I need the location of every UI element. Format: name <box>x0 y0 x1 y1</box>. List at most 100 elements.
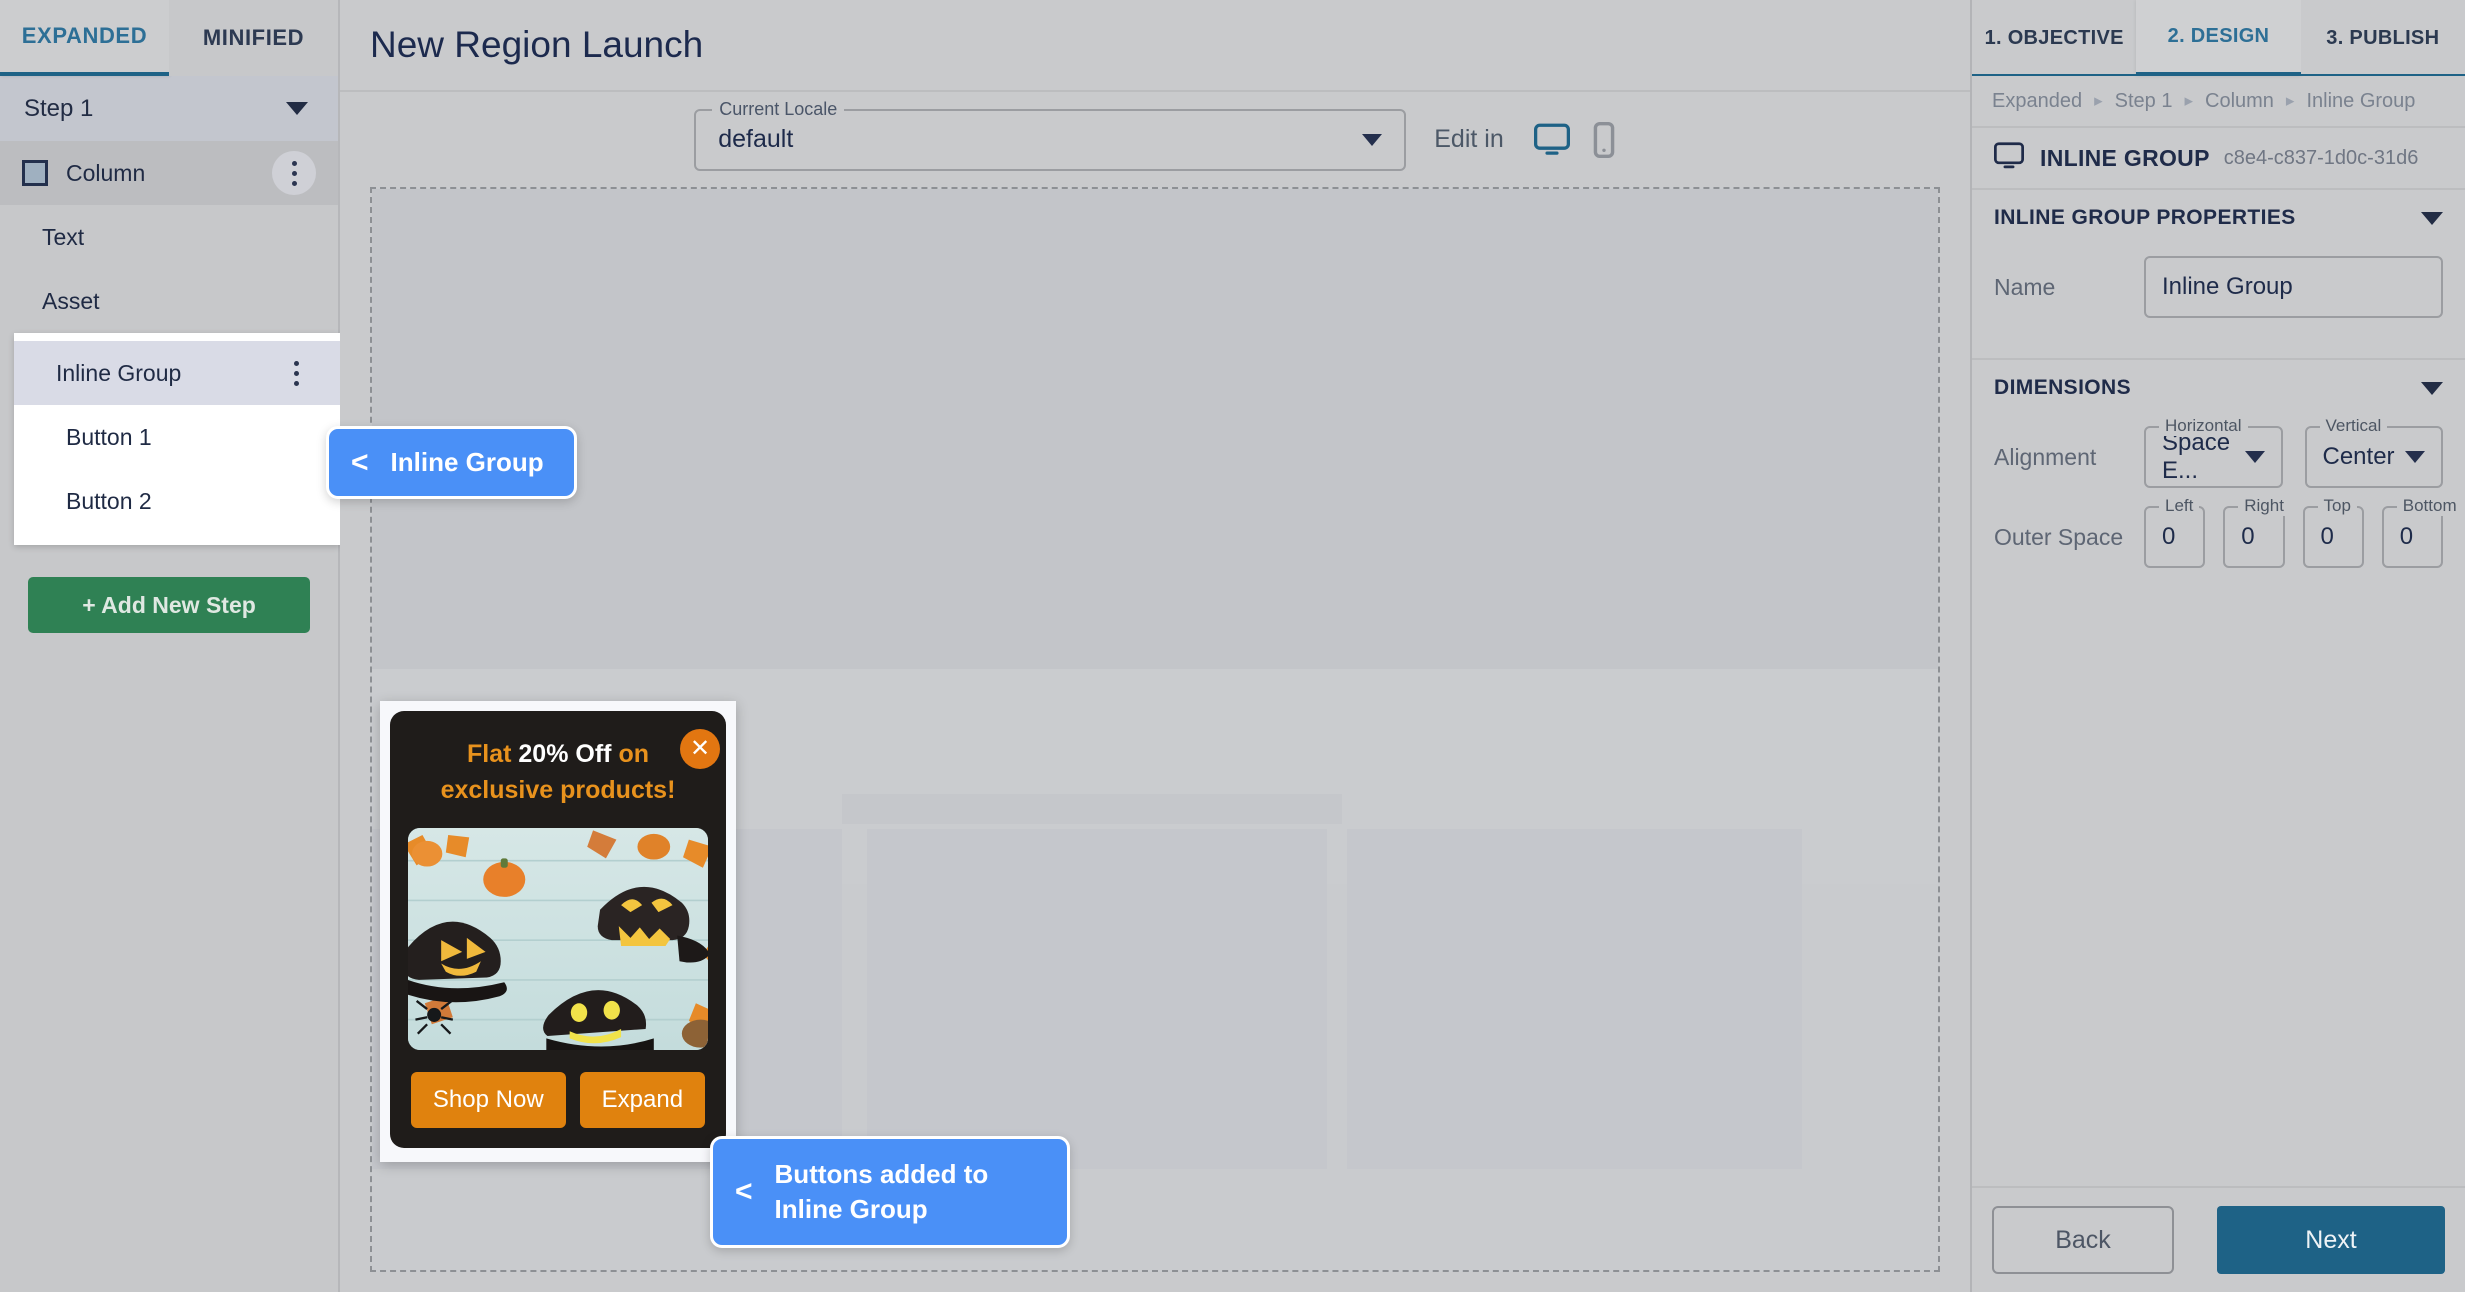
promo-creative[interactable]: ✕ Flat 20% Off on exclusive products! Sh… <box>380 701 736 1162</box>
promo-headline-highlight: 20% Off <box>518 740 612 768</box>
outer-space-label: Outer Space <box>1994 523 2124 550</box>
breadcrumb-item-3[interactable]: Inline Group <box>2306 90 2415 113</box>
breadcrumb-separator: ▸ <box>2094 91 2103 110</box>
breadcrumb-item-0[interactable]: Expanded <box>1992 90 2082 113</box>
chevron-down-icon <box>286 102 308 115</box>
back-button[interactable]: Back <box>1992 1206 2174 1274</box>
wizard-tabs: 1. OBJECTIVE 2. DESIGN 3. PUBLISH <box>1972 0 2465 76</box>
outer-space-left-input[interactable]: Left 0 <box>2144 496 2206 568</box>
callout-buttons-added: < Buttons added to Inline Group <box>710 1136 1070 1249</box>
tab-design[interactable]: 2. DESIGN <box>2136 0 2301 76</box>
component-tree: Column Text Asset Inline Group Button 1 … <box>0 141 340 545</box>
right-properties-panel: 1. OBJECTIVE 2. DESIGN 3. PUBLISH Expand… <box>1970 0 2465 1292</box>
outer-space-right-legend: Right <box>2238 496 2290 516</box>
tree-item-button-1-label: Button 1 <box>66 423 152 450</box>
section-header-dimensions[interactable]: DIMENSIONS <box>1972 358 2465 416</box>
step-selector-label: Step 1 <box>24 94 94 122</box>
app-root: EXPANDED MINIFIED Step 1 Column Text Ass… <box>0 0 2465 1292</box>
tab-objective[interactable]: 1. OBJECTIVE <box>1972 0 2137 76</box>
outer-space-right-value: 0 <box>2241 523 2255 550</box>
tree-item-asset-label: Asset <box>42 287 100 314</box>
breadcrumb-item-2[interactable]: Column <box>2205 90 2274 113</box>
section-header-properties-label: INLINE GROUP PROPERTIES <box>1994 206 2296 229</box>
close-icon[interactable]: ✕ <box>680 729 720 769</box>
outer-space-right-input[interactable]: Right 0 <box>2223 496 2290 568</box>
tree-item-text-label: Text <box>42 223 85 250</box>
chevron-down-icon <box>1362 133 1383 146</box>
tree-item-button-2[interactable]: Button 2 <box>14 469 340 533</box>
skeleton-footer-block <box>372 1174 1938 1270</box>
breadcrumb: Expanded ▸ Step 1 ▸ Column ▸ Inline Grou… <box>1972 76 2465 128</box>
locale-select[interactable]: Current Locale default <box>694 98 1407 171</box>
section-header-dimensions-label: DIMENSIONS <box>1994 376 2132 399</box>
chevron-down-icon <box>2244 451 2265 463</box>
promo-headline-line-2: exclusive products! <box>440 775 676 804</box>
selected-object-id: c8e4-c837-1d0c-31d6 <box>2223 146 2419 169</box>
vertical-alignment-value: Center <box>2322 443 2395 470</box>
promo-creative-inner: Flat 20% Off on exclusive products! Shop… <box>390 711 726 1148</box>
name-input[interactable]: Inline Group <box>2144 256 2443 318</box>
outer-space-bottom-input[interactable]: Bottom 0 <box>2381 496 2463 568</box>
alignment-label: Alignment <box>1994 443 2097 470</box>
sidebar-tabs: EXPANDED MINIFIED <box>0 0 338 76</box>
tab-publish-label: 3. PUBLISH <box>2326 26 2440 49</box>
sidebar-tab-expanded[interactable]: EXPANDED <box>0 0 169 76</box>
outer-space-top-input[interactable]: Top 0 <box>2302 496 2364 568</box>
outer-space-bottom-value: 0 <box>2399 523 2414 550</box>
tree-item-column[interactable]: Column <box>0 141 338 205</box>
sidebar-tab-minified[interactable]: MINIFIED <box>169 0 338 76</box>
chevron-left-icon: < <box>351 445 369 479</box>
tree-item-text[interactable]: Text <box>0 205 338 269</box>
outer-space-top-value: 0 <box>2320 523 2334 550</box>
breadcrumb-separator: ▸ <box>2285 91 2295 110</box>
name-label: Name <box>1994 273 2056 300</box>
add-new-step-button[interactable]: + Add New Step <box>28 577 310 633</box>
desktop-icon[interactable] <box>1532 122 1572 158</box>
tree-item-inline-group-kebab-icon[interactable] <box>274 351 318 395</box>
edit-in-label: Edit in <box>1434 125 1504 153</box>
skeleton-bar-block <box>842 794 1342 824</box>
alignment-row: Alignment Horizontal Space E... Vertical… <box>1994 416 2443 488</box>
section-header-properties[interactable]: INLINE GROUP PROPERTIES <box>1972 188 2465 246</box>
horizontal-alignment-select[interactable]: Horizontal Space E... <box>2144 416 2283 488</box>
tab-publish[interactable]: 3. PUBLISH <box>2300 0 2465 76</box>
tab-objective-label: 1. OBJECTIVE <box>1984 26 2124 49</box>
step-selector[interactable]: Step 1 <box>0 76 338 141</box>
center-area: New Region Launch Current Locale default… <box>340 0 1970 1292</box>
page-title: New Region Launch <box>370 24 704 65</box>
add-step-wrap: + Add New Step <box>0 563 338 633</box>
selected-object-header: INLINE GROUP c8e4-c837-1d0c-31d6 <box>1972 128 2465 188</box>
section-body-properties: Name Inline Group <box>1972 246 2465 358</box>
shop-now-button[interactable]: Shop Now <box>410 1072 566 1128</box>
name-input-value: Inline Group <box>2162 273 2293 300</box>
design-canvas[interactable]: ✕ Flat 20% Off on exclusive products! Sh… <box>370 187 1940 1272</box>
promo-headline: Flat 20% Off on exclusive products! <box>408 737 708 808</box>
next-button[interactable]: Next <box>2217 1206 2445 1274</box>
tree-item-asset[interactable]: Asset <box>0 269 338 333</box>
mobile-icon[interactable] <box>1592 121 1616 159</box>
chevron-down-icon <box>2421 211 2443 225</box>
tree-item-column-kebab-icon[interactable] <box>272 151 316 195</box>
promo-headline-part-1: Flat <box>467 740 519 768</box>
tree-item-button-2-label: Button 2 <box>66 487 152 514</box>
outer-space-left-value: 0 <box>2162 523 2176 550</box>
skeleton-column-3 <box>1347 829 1802 1169</box>
tree-item-button-1[interactable]: Button 1 <box>14 405 340 469</box>
panel-footer: Back Next <box>1972 1186 2465 1292</box>
tree-item-inline-group[interactable]: Inline Group <box>14 341 340 405</box>
skeleton-hero-block <box>372 189 1938 669</box>
breadcrumb-separator: ▸ <box>2184 91 2193 110</box>
breadcrumb-item-1[interactable]: Step 1 <box>2115 90 2173 113</box>
skeleton-column-2 <box>867 829 1327 1169</box>
sidebar-tab-expanded-label: EXPANDED <box>21 23 148 48</box>
vertical-alignment-select[interactable]: Vertical Center <box>2304 416 2443 488</box>
square-icon <box>22 160 48 186</box>
horizontal-alignment-value: Space E... <box>2162 429 2231 484</box>
outer-space-bottom-legend: Bottom <box>2396 496 2463 516</box>
panel-spacer <box>1972 608 2465 1186</box>
horizontal-alignment-legend: Horizontal <box>2159 416 2248 436</box>
name-row: Name Inline Group <box>1994 256 2443 318</box>
expand-button[interactable]: Expand <box>579 1072 706 1128</box>
vertical-alignment-legend: Vertical <box>2319 416 2388 436</box>
callout-inline-group: < Inline Group <box>326 426 577 499</box>
